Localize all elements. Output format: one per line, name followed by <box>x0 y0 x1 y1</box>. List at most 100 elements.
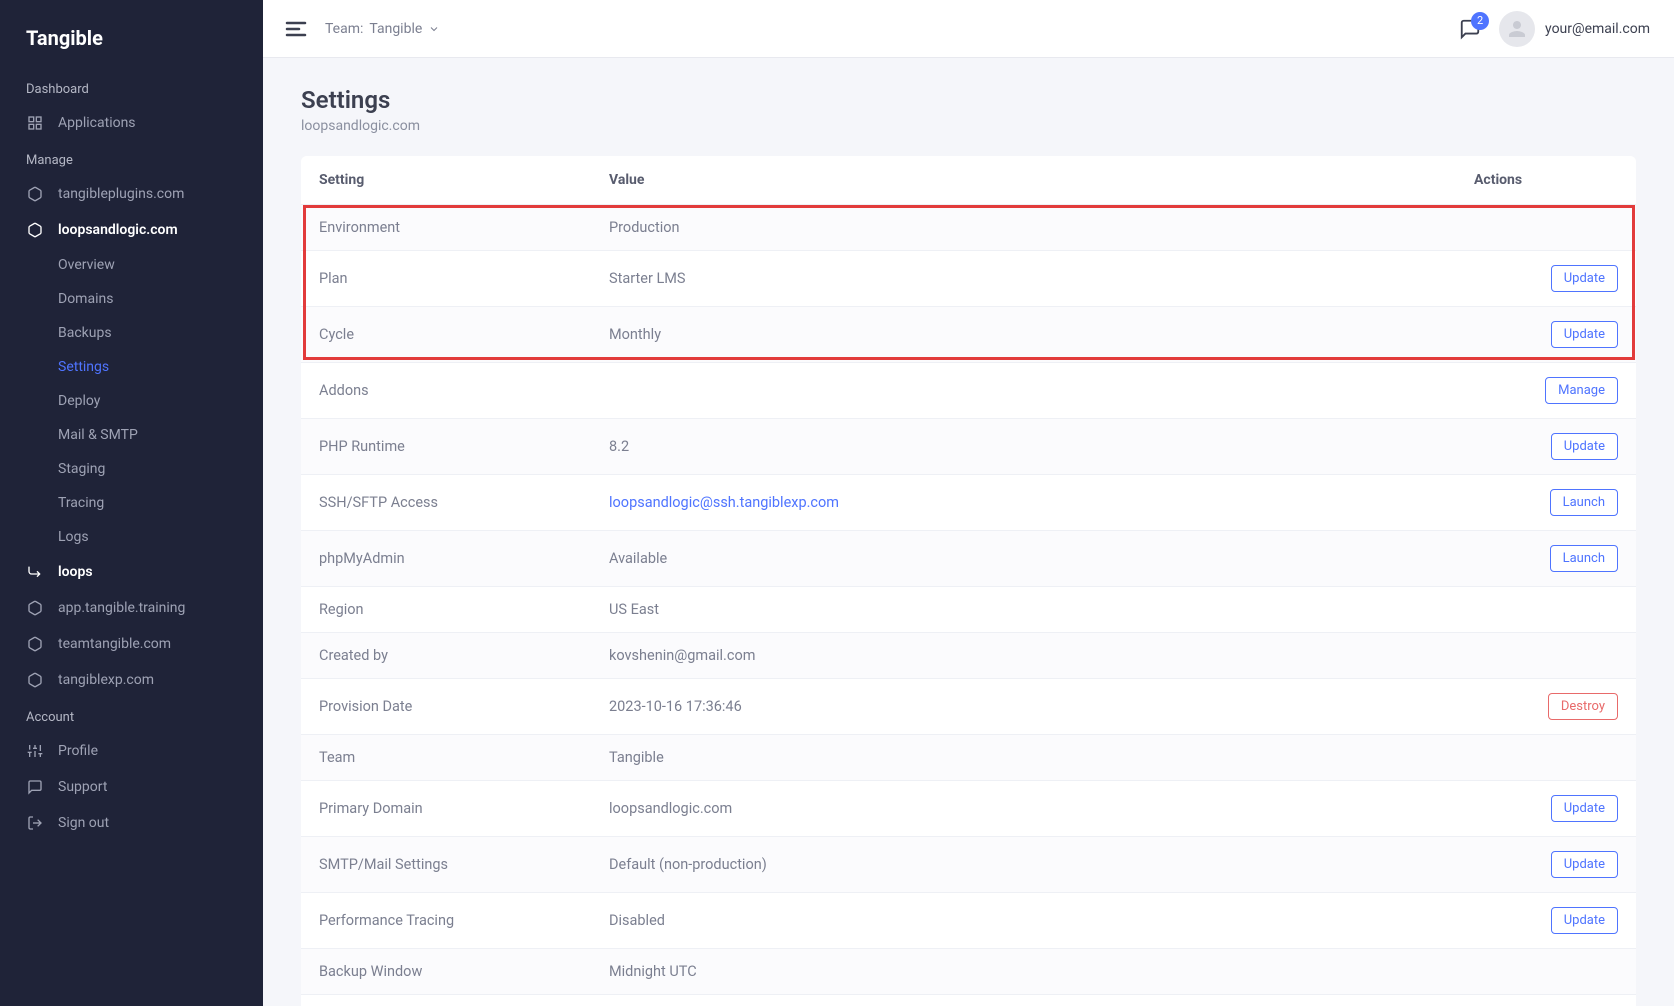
sidebar-item-label: Backups <box>58 325 112 341</box>
setting-name: Region <box>301 587 591 633</box>
table-row: Created bykovshenin@gmail.com <box>301 633 1636 679</box>
sidebar-item-label: Staging <box>58 461 105 477</box>
topbar: Team: Tangible 2 your@email.com <box>263 0 1674 58</box>
launch-button[interactable]: Launch <box>1550 545 1618 572</box>
setting-action-cell: Update <box>1456 781 1636 837</box>
setting-action-cell: Update <box>1456 307 1636 363</box>
sidebar-sub-tracing[interactable]: Tracing <box>0 486 263 520</box>
setting-value: Production <box>591 205 1456 251</box>
team-prefix: Team: <box>325 21 363 37</box>
destroy-button[interactable]: Destroy <box>1548 693 1618 720</box>
sidebar-sub-logs[interactable]: Logs <box>0 520 263 554</box>
cube-icon <box>26 185 44 203</box>
table-row: RegionUS East <box>301 587 1636 633</box>
setting-name: Environment <box>301 205 591 251</box>
setting-value: Midnight UTC <box>591 949 1456 995</box>
update-button[interactable]: Update <box>1551 907 1618 934</box>
team-selector[interactable]: Team: Tangible <box>325 21 440 37</box>
sidebar-item-label: Settings <box>58 359 109 375</box>
setting-action-cell <box>1456 633 1636 679</box>
apps-icon <box>26 114 44 132</box>
update-button[interactable]: Update <box>1551 795 1618 822</box>
table-row: Performance TracingDisabledUpdate <box>301 893 1636 949</box>
sidebar-item-profile[interactable]: Profile <box>0 733 263 769</box>
sidebar-sub-overview[interactable]: Overview <box>0 248 263 282</box>
cube-icon <box>26 635 44 653</box>
update-button[interactable]: Update <box>1551 433 1618 460</box>
setting-name: PHP Runtime <box>301 419 591 475</box>
sidebar-site-loops[interactable]: loops <box>0 554 263 590</box>
setting-value: loopsandlogic@ssh.tangiblexp.com <box>591 475 1456 531</box>
update-button[interactable]: Update <box>1551 851 1618 878</box>
col-header-setting: Setting <box>301 156 591 205</box>
sliders-icon <box>26 742 44 760</box>
table-row: Git DeploymentsDisabledConfigure <box>301 995 1636 1006</box>
table-row: phpMyAdminAvailable Launch <box>301 531 1636 587</box>
sidebar-item-support[interactable]: Support <box>0 769 263 805</box>
sidebar-item-label: Domains <box>58 291 113 307</box>
sidebar: Tangible Dashboard Applications Manage t… <box>0 0 263 1006</box>
table-row: CycleMonthlyUpdate <box>301 307 1636 363</box>
table-row: Backup WindowMidnight UTC <box>301 949 1636 995</box>
notifications-button[interactable]: 2 <box>1459 18 1481 40</box>
cube-icon <box>26 221 44 239</box>
manage-button[interactable]: Manage <box>1545 377 1618 404</box>
update-button[interactable]: Update <box>1551 321 1618 348</box>
setting-value: Available <box>591 531 1456 587</box>
setting-action-cell: Update <box>1456 837 1636 893</box>
sidebar-item-label: app.tangible.training <box>58 600 185 616</box>
setting-name: Performance Tracing <box>301 893 591 949</box>
sidebar-site-teamtangible[interactable]: teamtangible.com <box>0 626 263 662</box>
page-subtitle: loopsandlogic.com <box>301 118 1636 134</box>
table-row: PlanStarter LMS Update <box>301 251 1636 307</box>
sidebar-site-tangiblexp[interactable]: tangiblexp.com <box>0 662 263 698</box>
launch-button[interactable]: Launch <box>1550 489 1618 516</box>
sidebar-sub-staging[interactable]: Staging <box>0 452 263 486</box>
setting-value <box>591 363 1456 419</box>
sidebar-sub-mail-smtp[interactable]: Mail & SMTP <box>0 418 263 452</box>
setting-action-cell: Update <box>1456 251 1636 307</box>
brand-logo[interactable]: Tangible <box>0 18 263 70</box>
menu-toggle-button[interactable] <box>281 14 311 44</box>
sidebar-sub-domains[interactable]: Domains <box>0 282 263 316</box>
sidebar-item-label: Mail & SMTP <box>58 427 138 443</box>
sidebar-item-label: teamtangible.com <box>58 636 171 652</box>
sidebar-site-app-tangible-training[interactable]: app.tangible.training <box>0 590 263 626</box>
sidebar-item-applications[interactable]: Applications <box>0 105 263 141</box>
col-header-value: Value <box>591 156 1456 205</box>
table-row: SSH/SFTP Accessloopsandlogic@ssh.tangibl… <box>301 475 1636 531</box>
value-link[interactable]: loopsandlogic@ssh.tangiblexp.com <box>609 494 839 511</box>
avatar[interactable] <box>1499 11 1535 47</box>
setting-value: kovshenin@gmail.com <box>591 633 1456 679</box>
setting-name: phpMyAdmin <box>301 531 591 587</box>
sidebar-site-tangibleplugins[interactable]: tangibleplugins.com <box>0 176 263 212</box>
sidebar-site-loopsandlogic[interactable]: loopsandlogic.com <box>0 212 263 248</box>
table-row: Primary Domainloopsandlogic.comUpdate <box>301 781 1636 837</box>
setting-name: Primary Domain <box>301 781 591 837</box>
setting-name: Plan <box>301 251 591 307</box>
team-name: Tangible <box>369 21 422 37</box>
sidebar-sub-settings[interactable]: Settings <box>0 350 263 384</box>
sidebar-sub-backups[interactable]: Backups <box>0 316 263 350</box>
setting-value: Starter LMS <box>591 251 1456 307</box>
sidebar-item-signout[interactable]: Sign out <box>0 805 263 841</box>
setting-action-cell: Launch <box>1456 475 1636 531</box>
table-row: AddonsManage <box>301 363 1636 419</box>
setting-name: Team <box>301 735 591 781</box>
setting-name: SMTP/Mail Settings <box>301 837 591 893</box>
setting-action-cell <box>1456 949 1636 995</box>
sidebar-section-account: Account <box>0 698 263 733</box>
sidebar-section-dashboard: Dashboard <box>0 70 263 105</box>
setting-name: Backup Window <box>301 949 591 995</box>
sidebar-item-label: loopsandlogic.com <box>58 222 178 238</box>
update-button[interactable]: Update <box>1551 265 1618 292</box>
settings-table: Setting Value Actions EnvironmentProduct… <box>301 156 1636 1006</box>
sidebar-item-label: Tracing <box>58 495 104 511</box>
sidebar-item-label: tangiblexp.com <box>58 672 154 688</box>
sidebar-sub-deploy[interactable]: Deploy <box>0 384 263 418</box>
setting-name: Provision Date <box>301 679 591 735</box>
user-email[interactable]: your@email.com <box>1545 21 1650 37</box>
sidebar-item-label: Overview <box>58 257 115 273</box>
setting-value: Monthly <box>591 307 1456 363</box>
sidebar-item-label: Support <box>58 779 107 795</box>
